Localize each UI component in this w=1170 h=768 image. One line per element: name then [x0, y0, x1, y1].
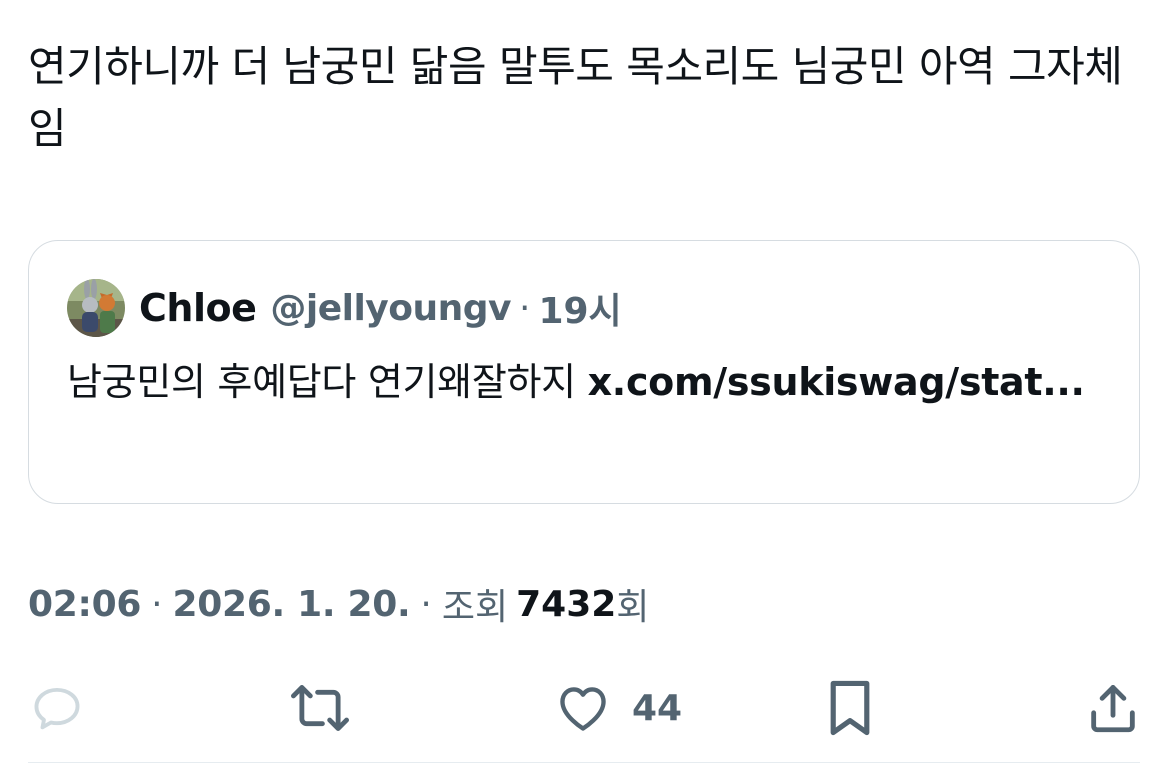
quoted-tweet-header: Chloe @jellyoungv · 19시 — [67, 279, 622, 337]
tweet-metadata: 02:06 · 2026. 1. 20. · 조회 7432 회 — [28, 578, 649, 630]
like-count: 44 — [632, 687, 683, 729]
bookmark-button[interactable] — [824, 672, 876, 744]
share-icon — [1091, 685, 1135, 733]
divider — [28, 762, 1140, 763]
quoted-tweet-link[interactable]: x.com/ssukiswag/stat... — [588, 360, 1085, 404]
tweet-date[interactable]: 2026. 1. 20. — [173, 584, 411, 625]
quoted-tweet-card[interactable]: Chloe @jellyoungv · 19시 남궁민의 후예답다 연기왜잘하지… — [28, 240, 1140, 504]
quoted-tweet-body: 남궁민의 후예답다 연기왜잘하지 x.com/ssukiswag/stat... — [67, 353, 1087, 411]
action-bar: 44 — [0, 672, 1170, 744]
reply-button[interactable] — [28, 672, 86, 744]
speech-bubble-icon — [34, 687, 80, 730]
repost-button[interactable] — [286, 672, 354, 744]
quoted-timestamp[interactable]: 19시 — [538, 282, 621, 334]
like-button[interactable]: 44 — [552, 672, 682, 744]
views-unit: 회 — [616, 587, 650, 628]
views-count: 7432 — [516, 583, 617, 625]
separator-dot: · — [519, 287, 531, 329]
tweet-text: 연기하니까 더 남궁민 닮음 말투도 목소리도 님궁민 아역 그자체임 — [28, 42, 1123, 153]
quoted-author-name[interactable]: Chloe — [139, 286, 257, 330]
quoted-tweet-text: 남궁민의 후예답다 연기왜잘하지 — [67, 360, 588, 404]
heart-icon — [560, 687, 606, 731]
repost-icon — [291, 685, 350, 731]
separator-dot: · — [420, 583, 432, 625]
separator-dot: · — [151, 583, 163, 625]
tweet-time[interactable]: 02:06 — [28, 584, 141, 625]
quoted-author-handle[interactable]: @jellyoungv — [270, 288, 511, 329]
share-button[interactable] — [1084, 672, 1142, 744]
bookmark-icon — [830, 680, 870, 736]
views-label: 조회 — [441, 587, 509, 628]
avatar[interactable] — [67, 279, 125, 337]
